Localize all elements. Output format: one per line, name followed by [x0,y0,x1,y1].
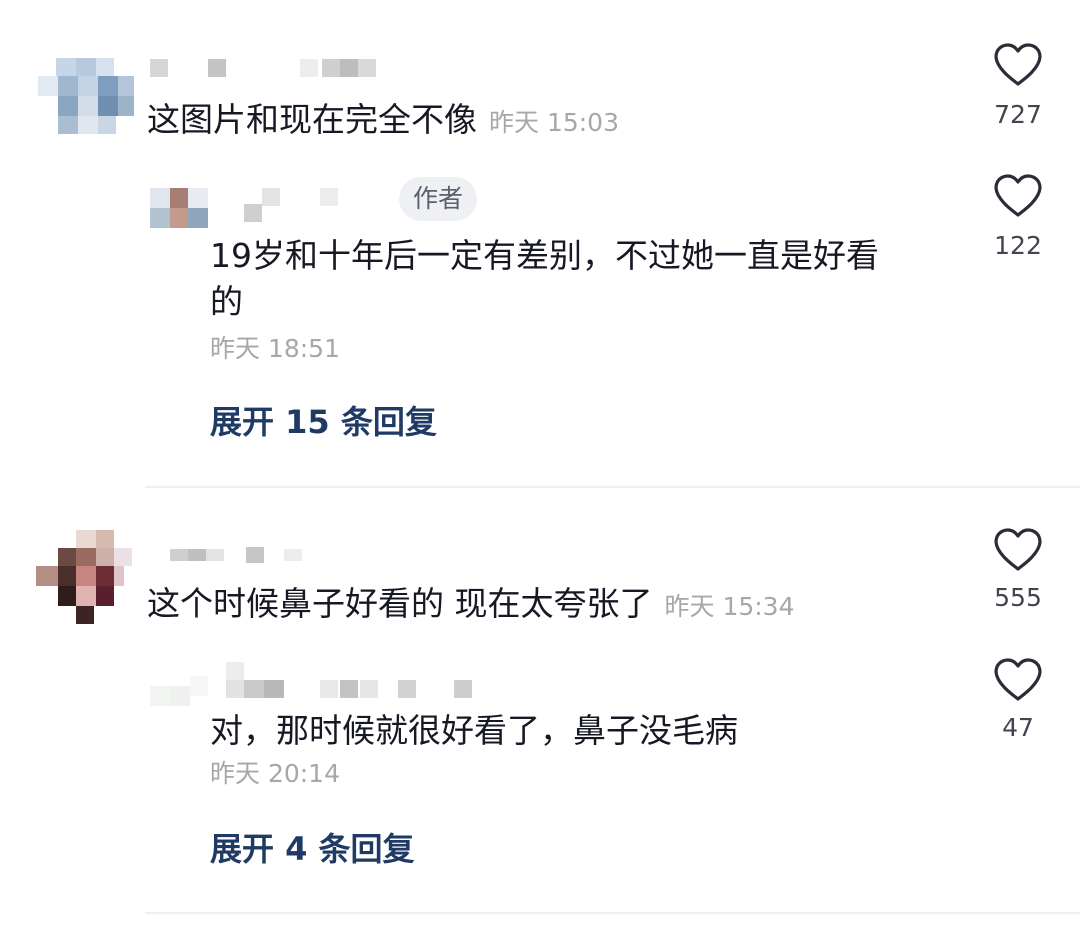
comment-body: 这图片和现在完全不像 [147,100,477,139]
heart-icon [994,43,1042,86]
author-badge: 作者 [399,177,478,221]
avatar[interactable] [38,58,134,134]
username[interactable] [170,547,310,565]
like-count: 555 [994,583,1042,612]
reply-like-button[interactable]: 47 [978,657,1058,743]
reply-time: 昨天 20:14 [210,759,340,788]
like-count: 47 [1002,713,1034,742]
reply-time: 昨天 18:51 [210,334,340,363]
comment-body: 这个时候鼻子好看的 现在太夸张了 [147,584,653,623]
heart-icon [994,174,1042,217]
username[interactable] [150,57,380,79]
heart-icon [994,528,1042,571]
reply-text-line2: 的 [210,282,243,321]
like-button[interactable]: 555 [978,527,1058,613]
divider [145,912,1080,914]
reply-avatar[interactable] [150,672,210,706]
heart-icon [994,658,1042,701]
comment-text: 这个时候鼻子好看的 现在太夸张了 昨天 15:34 [147,581,795,630]
reply-avatar[interactable] [150,188,208,228]
reply-like-button[interactable]: 122 [978,173,1058,261]
reply-text: 对，那时候就很好看了，鼻子没毛病 [210,711,738,750]
expand-replies-link[interactable]: 展开 15 条回复 [210,402,437,442]
reply-text-line1: 19岁和十年后一定有差别，不过她一直是好看 [210,236,879,275]
comment-time: 昨天 15:03 [489,108,619,137]
expand-replies-link[interactable]: 展开 4 条回复 [210,829,415,869]
like-count: 122 [994,231,1042,260]
reply-username[interactable] [244,188,344,222]
like-count: 727 [994,100,1042,129]
avatar[interactable] [36,530,134,624]
like-button[interactable]: 727 [978,42,1058,130]
reply-username[interactable] [226,662,476,700]
divider [145,486,1080,488]
comment-text: 这图片和现在完全不像 昨天 15:03 [147,97,619,146]
comment-time: 昨天 15:34 [664,592,795,621]
